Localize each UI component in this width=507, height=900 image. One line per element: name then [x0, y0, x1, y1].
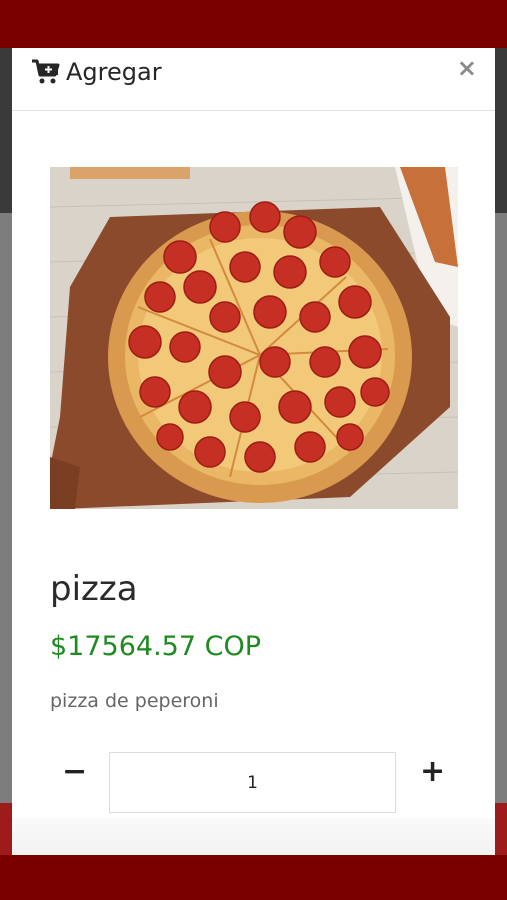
pizza-image: [50, 167, 458, 509]
quantity-input[interactable]: 1: [109, 752, 396, 813]
product-price: $17564.57 COP: [50, 631, 261, 662]
product-name: pizza: [50, 569, 138, 609]
add-product-modal: Agregar × pizza $17564.57 COP pizza de p…: [12, 48, 495, 855]
modal-footer-shade: [12, 818, 495, 855]
product-image: [50, 167, 458, 509]
page-header-bar: [0, 0, 507, 48]
decrease-quantity-button[interactable]: −: [62, 757, 87, 787]
modal-header: Agregar ×: [12, 48, 495, 111]
page-footer-bar: [0, 855, 507, 900]
modal-title: Agregar: [66, 58, 162, 86]
cart-plus-icon: [32, 59, 60, 84]
increase-quantity-button[interactable]: +: [420, 757, 445, 787]
close-button[interactable]: ×: [457, 53, 477, 83]
product-description: pizza de peperoni: [50, 690, 219, 712]
